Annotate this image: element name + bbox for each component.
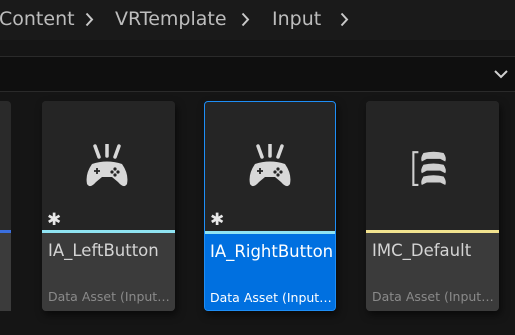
asset-tile-ia-leftbutton[interactable]: ✱ IA_LeftButton Data Asset (Input… (42, 101, 175, 311)
asset-name: IA_RightButton (210, 242, 334, 261)
input-mapping-stack-icon (412, 151, 446, 187)
breadcrumb-item-input[interactable]: Input (272, 7, 321, 31)
asset-type-label: Data Asset (Input… (372, 289, 494, 304)
asset-type-label: Data Asset (Input… (48, 289, 170, 304)
unsaved-marker-icon: ✱ (210, 210, 225, 230)
chevron-down-icon[interactable] (493, 67, 509, 81)
gamepad-icon (249, 144, 291, 187)
asset-type-label: Data Asset (Input… (210, 290, 332, 305)
filter-bar[interactable] (0, 56, 515, 92)
unsaved-marker-icon: ✱ (47, 210, 62, 230)
chevron-right-icon[interactable] (340, 12, 349, 27)
gamepad-icon (86, 144, 128, 187)
asset-name: IMC_Default (372, 241, 472, 260)
asset-tile-imc-default[interactable]: IMC_Default Data Asset (Input… (366, 101, 499, 311)
asset-name: IA_LeftButton (48, 241, 159, 260)
asset-tile-ia-rightbutton[interactable]: ✱ IA_RightButton Data Asset (Input… (204, 101, 336, 311)
chevron-right-icon (85, 12, 94, 27)
chevron-right-icon (241, 12, 250, 27)
breadcrumb-item-vrtemplate[interactable]: VRTemplate (115, 7, 227, 31)
asset-tile-partial[interactable] (0, 101, 11, 311)
breadcrumb-item-content[interactable]: Content (0, 7, 75, 31)
breadcrumb: Content VRTemplate Input (0, 0, 515, 40)
